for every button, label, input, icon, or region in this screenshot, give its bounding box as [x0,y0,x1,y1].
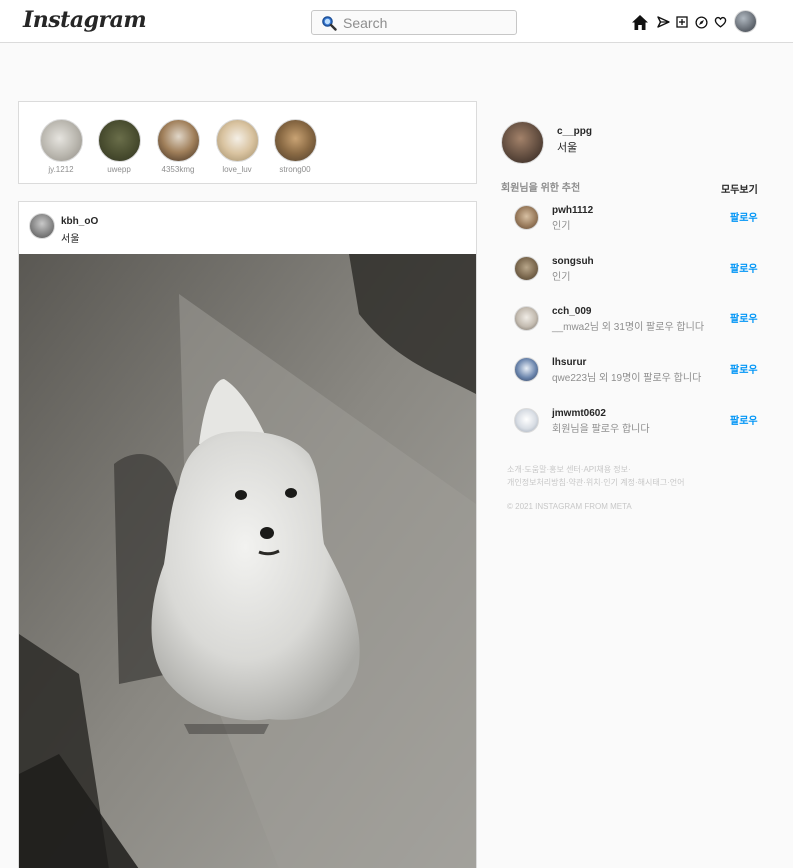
direct-icon[interactable] [653,11,673,33]
post-author-avatar[interactable] [29,213,55,239]
recommendation-avatar[interactable] [514,205,539,230]
my-location: 서울 [557,142,578,154]
search-box[interactable] [311,10,517,35]
recommendation-reason: qwe223님 외 19명이 팔로우 합니다 [552,373,702,384]
recommendation-username[interactable]: jmwmt0602 [552,408,606,419]
story-username: strong00 [279,165,311,174]
story-avatar [39,119,83,162]
recommendation-avatar[interactable] [514,256,539,281]
story-item[interactable]: jy.1212 [31,119,91,174]
follow-button[interactable]: 팔로우 [730,209,758,224]
recommendation-item: pwh1112 인기 팔로우 [514,205,764,235]
recommendation-item: lhsurur qwe223님 외 19명이 팔로우 합니다 팔로우 [514,357,764,387]
story-item[interactable]: strong00 [265,119,325,174]
follow-button[interactable]: 팔로우 [730,361,758,376]
activity-icon[interactable] [710,11,730,33]
recommendation-avatar[interactable] [514,408,539,433]
story-username: jy.1212 [48,165,74,174]
recommendation-username[interactable]: lhsurur [552,357,586,368]
feed-post: kbh_oO 서울 [18,201,477,868]
footer-links[interactable]: 소개·도움말·홍보 센터·API채용 정보· 개인정보처리방침·약관·위치·인기… [507,463,707,489]
recommendation-username[interactable]: cch_009 [552,306,591,317]
post-image[interactable] [19,254,476,868]
recommendation-reason: 인기 [552,221,571,232]
story-avatar [273,119,317,162]
home-icon[interactable] [630,11,650,33]
recommendation-item: songsuh 인기 팔로우 [514,256,764,286]
explore-icon[interactable] [691,11,711,33]
recommendation-item: jmwmt0602 회원님을 팔로우 합니다 팔로우 [514,408,764,438]
search-icon [322,15,337,31]
recommendation-username[interactable]: pwh1112 [552,205,593,216]
new-post-icon[interactable] [672,11,692,33]
stories-tray: jy.1212 uwepp 4353kmg love_luv strong00 [18,101,477,184]
post-author-username[interactable]: kbh_oO [61,216,98,227]
snow-dog-photo [19,254,476,868]
recommendation-reason: 인기 [552,272,571,283]
see-all-link[interactable]: 모두보기 [721,181,758,196]
recommendation-reason: 회원님을 팔로우 합니다 [552,424,650,435]
story-avatar [97,119,141,162]
recommendation-reason: __mwa2님 외 31명이 팔로우 합니다 [552,322,705,333]
profile-avatar[interactable] [734,10,757,33]
story-item[interactable]: love_luv [207,119,267,174]
story-item[interactable]: uwepp [89,119,149,174]
recommendation-avatar[interactable] [514,357,539,382]
recommendation-item: cch_009 __mwa2님 외 31명이 팔로우 합니다 팔로우 [514,306,764,336]
search-input[interactable] [343,14,503,31]
post-location[interactable]: 서울 [61,230,79,245]
footer-links-line[interactable]: 개인정보처리방침·약관·위치·인기 계정·해시태그·언어 [507,476,707,489]
follow-button[interactable]: 팔로우 [730,260,758,275]
story-username: uwepp [107,165,131,174]
story-avatar [215,119,259,162]
story-avatar [156,119,200,162]
follow-button[interactable]: 팔로우 [730,310,758,325]
story-item[interactable]: 4353kmg [148,119,208,174]
recommendations-title: 회원님을 위한 추천 [501,183,581,194]
recommendation-avatar[interactable] [514,306,539,331]
story-username: love_luv [222,165,252,174]
recommendation-username[interactable]: songsuh [552,256,594,267]
footer-links-line[interactable]: 소개·도움말·홍보 센터·API채용 정보· [507,463,707,476]
my-profile-avatar[interactable] [501,121,544,164]
instagram-logo[interactable]: Instagram [23,7,147,33]
follow-button[interactable]: 팔로우 [730,412,758,427]
my-username[interactable]: c__ppg [557,126,592,137]
story-username: 4353kmg [161,165,195,174]
copyright-text: © 2021 INSTAGRAM FROM META [507,502,632,511]
top-navigation-bar: Instagram [0,0,793,43]
